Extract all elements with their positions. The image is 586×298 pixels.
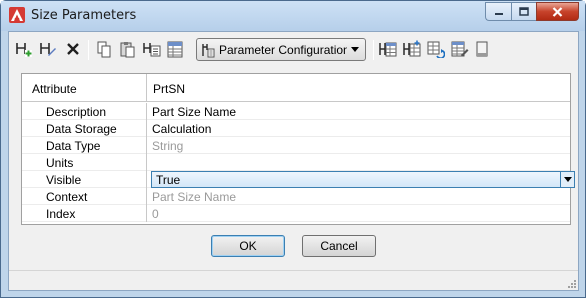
grid-row-visible[interactable]: Visible True — [22, 171, 575, 188]
row-value[interactable]: Part Size Name — [148, 103, 236, 120]
value-column-header: PrtSN — [153, 82, 186, 96]
parameter-configuration-label: Parameter Configuration — [219, 42, 347, 57]
visible-dropdown-button[interactable] — [560, 172, 574, 187]
toolbar-separator — [88, 40, 89, 60]
book-icon — [476, 41, 488, 56]
paste-button[interactable] — [119, 40, 137, 58]
dialog-body: Parameter Configuration Attribute PrtSN … — [8, 31, 579, 291]
add-table-icon — [403, 40, 421, 57]
grid-header: Attribute PrtSN — [22, 74, 570, 102]
grid-row-index: Index 0 — [22, 205, 570, 222]
maximize-button[interactable] — [511, 2, 536, 21]
edit-parameter-button[interactable] — [39, 40, 57, 58]
book-button[interactable] — [473, 40, 491, 58]
delete-button[interactable] — [64, 40, 82, 58]
refresh-button[interactable] — [427, 40, 445, 58]
edit-table-icon — [451, 41, 469, 57]
table-button[interactable] — [166, 40, 184, 58]
attribute-column-header: Attribute — [22, 74, 147, 102]
close-button[interactable] — [536, 2, 579, 21]
title-bar[interactable]: Size Parameters — [1, 1, 585, 31]
minimize-icon — [494, 12, 503, 15]
add-parameter-button[interactable] — [15, 40, 33, 58]
add-parameter-icon — [16, 43, 32, 57]
grid-row-data-storage[interactable]: Data Storage Calculation — [22, 120, 570, 137]
row-label: Data Storage — [22, 120, 147, 137]
chevron-down-icon — [563, 177, 572, 182]
table-icon — [167, 41, 183, 57]
close-icon — [552, 6, 563, 17]
edit-table-button[interactable] — [451, 40, 469, 58]
copy-button[interactable] — [95, 40, 113, 58]
grid-row-units[interactable]: Units — [22, 154, 570, 171]
cancel-button[interactable]: Cancel — [302, 235, 376, 257]
visible-selected-value: True — [156, 173, 181, 187]
row-label: Context — [22, 188, 147, 205]
row-label: Index — [22, 205, 147, 222]
size-table-icon — [379, 42, 397, 57]
toolbar: Parameter Configuration — [13, 36, 573, 62]
parameter-configuration-dropdown[interactable]: Parameter Configuration — [196, 38, 366, 61]
row-value[interactable] — [148, 154, 152, 171]
minimize-button[interactable] — [485, 2, 511, 21]
refresh-icon — [427, 41, 445, 58]
parameter-configuration-icon — [202, 43, 215, 57]
visible-select[interactable]: True — [151, 171, 575, 188]
row-label: Units — [22, 154, 147, 171]
status-bar — [9, 270, 578, 290]
size-parameters-dialog: Size Parameters Parameter Configuration … — [0, 0, 586, 298]
row-label: Description — [22, 103, 147, 120]
toolbar-separator — [373, 40, 374, 60]
ok-button[interactable]: OK — [211, 235, 285, 257]
parameter-list-button[interactable] — [143, 40, 161, 58]
grid-row-description[interactable]: Description Part Size Name — [22, 103, 570, 120]
parameter-grid: Attribute PrtSN Description Part Size Na… — [21, 73, 575, 225]
autocad-app-icon — [9, 7, 25, 23]
row-label: Visible — [22, 171, 147, 188]
window-title: Size Parameters — [31, 8, 137, 23]
paste-icon — [120, 41, 135, 57]
row-value: 0 — [152, 207, 159, 221]
row-value: String — [152, 139, 184, 153]
delete-icon — [67, 43, 79, 55]
copy-icon — [97, 41, 111, 57]
size-table-button[interactable] — [379, 40, 397, 58]
parameter-list-icon — [143, 43, 161, 57]
grid-row-data-type: Data Type String — [22, 137, 570, 154]
resize-grip-icon[interactable] — [566, 278, 576, 288]
chevron-down-icon — [351, 47, 359, 52]
row-value[interactable]: Calculation — [148, 120, 211, 137]
maximize-icon — [519, 7, 529, 16]
row-value: Part Size Name — [152, 190, 237, 204]
grid-row-context: Context Part Size Name — [22, 188, 570, 205]
row-label: Data Type — [22, 137, 147, 154]
edit-parameter-icon — [40, 43, 56, 56]
window-controls — [485, 2, 579, 21]
add-table-button[interactable] — [403, 40, 421, 58]
